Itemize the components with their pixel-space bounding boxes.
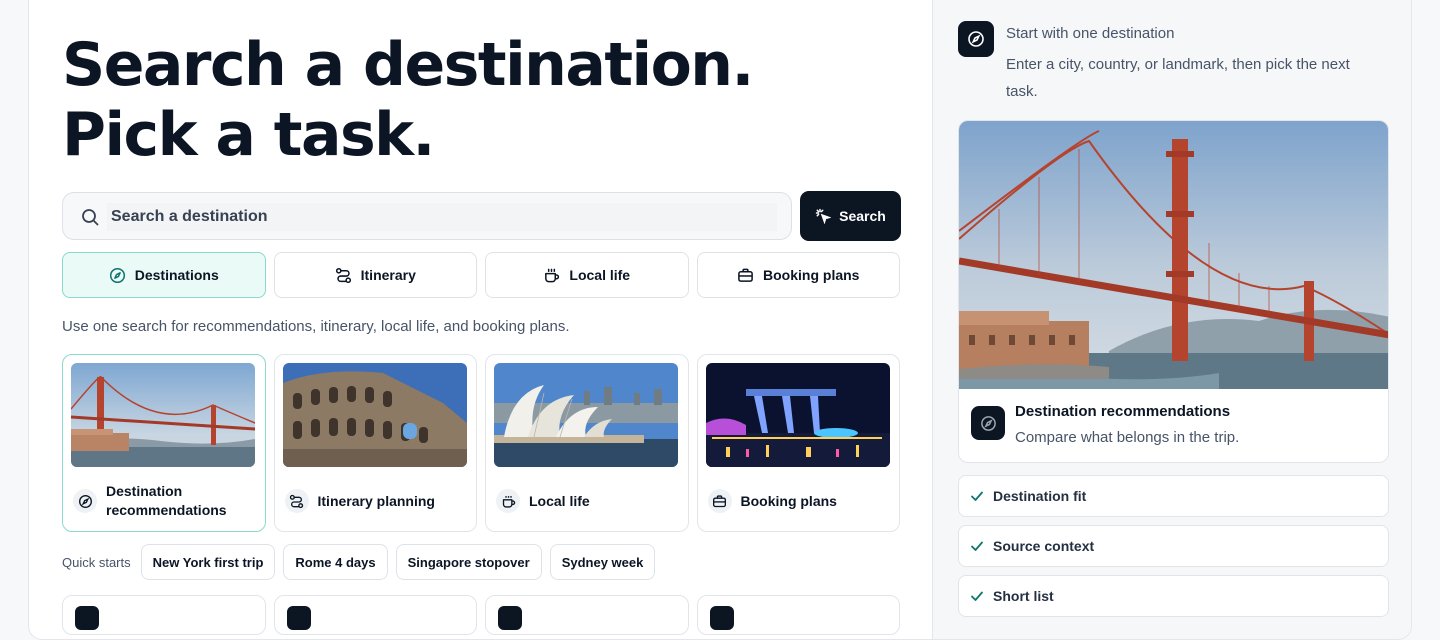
golden-gate-image bbox=[959, 121, 1388, 389]
card-icon bbox=[498, 606, 522, 630]
tab-label: Destinations bbox=[134, 267, 219, 283]
golden-gate-image bbox=[71, 363, 255, 467]
checklist-item: Destination fit bbox=[958, 475, 1389, 517]
card-label: Booking plans bbox=[740, 492, 837, 509]
quick-starts: Quick starts New York first trip Rome 4 … bbox=[62, 544, 656, 580]
card-icon bbox=[709, 606, 734, 630]
page-title-line-1: Search a destination. bbox=[62, 30, 754, 100]
search-button[interactable]: Search bbox=[801, 192, 900, 240]
page-title: Search a destination. Pick a task. bbox=[62, 30, 754, 170]
lower-card[interactable] bbox=[62, 595, 266, 635]
search-input[interactable] bbox=[107, 203, 777, 231]
compass-icon bbox=[109, 267, 125, 283]
tab-label: Itinerary bbox=[360, 267, 416, 283]
feature-title: Destination recommendations bbox=[1015, 403, 1231, 420]
search-button-label: Search bbox=[839, 208, 886, 224]
card-booking-plans[interactable]: Booking plans bbox=[696, 354, 900, 532]
tab-itinerary[interactable]: Itinerary bbox=[273, 252, 477, 298]
search-icon bbox=[82, 209, 99, 226]
route-icon bbox=[335, 267, 351, 283]
checklist-item: Short list bbox=[958, 575, 1389, 617]
lower-card[interactable] bbox=[273, 595, 477, 635]
card-local-life[interactable]: Local life bbox=[485, 354, 689, 532]
preview-description: Enter a city, country, or landmark, then… bbox=[1006, 56, 1350, 100]
card-itinerary-planning[interactable]: Itinerary planning bbox=[273, 354, 477, 532]
card-label: Destination recommendations bbox=[106, 483, 227, 518]
compass-icon bbox=[73, 489, 97, 513]
search-box bbox=[62, 192, 792, 240]
tab-label: Booking plans bbox=[763, 267, 860, 283]
route-icon bbox=[284, 489, 309, 513]
compass-icon bbox=[971, 406, 1005, 440]
lower-card[interactable] bbox=[485, 595, 689, 635]
card-label: Itinerary planning bbox=[317, 492, 435, 509]
tab-destinations[interactable]: Destinations bbox=[62, 252, 266, 298]
feature-card[interactable]: Destination recommendations Compare what… bbox=[958, 120, 1389, 463]
checklist-label: Short list bbox=[993, 588, 1054, 604]
sparkle-cursor-icon bbox=[815, 208, 832, 224]
check-icon bbox=[971, 591, 983, 601]
helper-text: Use one search for recommendations, itin… bbox=[62, 318, 570, 335]
quick-start-chip[interactable]: Singapore stopover bbox=[395, 544, 542, 580]
card-label: Local life bbox=[529, 492, 590, 509]
tab-local-life[interactable]: Local life bbox=[485, 252, 689, 298]
tab-label: Local life bbox=[569, 267, 631, 283]
card-caption: Local life bbox=[496, 475, 678, 527]
card-caption: Itinerary planning bbox=[284, 475, 467, 527]
main-panel: Search a destination. Pick a task. Searc… bbox=[29, 0, 932, 639]
coffee-cup-icon bbox=[496, 489, 520, 513]
task-tabs: Destinations Itinerary Local life Bookin… bbox=[62, 252, 900, 298]
check-icon bbox=[971, 491, 983, 501]
checklist-label: Source context bbox=[993, 538, 1095, 554]
checklist-item: Source context bbox=[958, 525, 1389, 567]
quick-start-chip[interactable]: Sydney week bbox=[549, 544, 656, 580]
card-icon bbox=[286, 606, 311, 630]
checklist: Destination fit Source context Short lis… bbox=[958, 475, 1389, 625]
card-icon bbox=[75, 606, 99, 630]
card-caption: Destination recommendations bbox=[73, 475, 255, 527]
task-cards: Destination recommendations Itinerary pl… bbox=[62, 354, 900, 532]
sydney-opera-house-image bbox=[494, 363, 678, 467]
lower-cards bbox=[62, 595, 900, 635]
marina-bay-sands-image bbox=[705, 363, 890, 467]
preview-panel: Start with one destination Enter a city,… bbox=[932, 0, 1411, 639]
preview-eyebrow: Start with one destination bbox=[1006, 25, 1175, 42]
quick-starts-label: Quick starts bbox=[62, 554, 131, 570]
check-icon bbox=[971, 541, 983, 551]
coffee-cup-icon bbox=[545, 268, 560, 282]
card-destination-recommendations[interactable]: Destination recommendations bbox=[62, 354, 266, 532]
page-title-line-2: Pick a task. bbox=[62, 100, 435, 170]
app-shell: Search a destination. Pick a task. Searc… bbox=[28, 0, 1412, 640]
colosseum-image bbox=[282, 363, 467, 467]
checklist-label: Destination fit bbox=[993, 488, 1087, 504]
briefcase-icon bbox=[738, 268, 753, 282]
feature-subtitle: Compare what belongs in the trip. bbox=[1015, 429, 1240, 446]
quick-start-chip[interactable]: New York first trip bbox=[140, 544, 276, 580]
quick-start-chip[interactable]: Rome 4 days bbox=[283, 544, 388, 580]
lower-card[interactable] bbox=[696, 595, 900, 635]
compass-icon bbox=[958, 21, 994, 57]
briefcase-icon bbox=[707, 489, 732, 513]
tab-booking-plans[interactable]: Booking plans bbox=[696, 252, 900, 298]
card-caption: Booking plans bbox=[707, 475, 890, 527]
